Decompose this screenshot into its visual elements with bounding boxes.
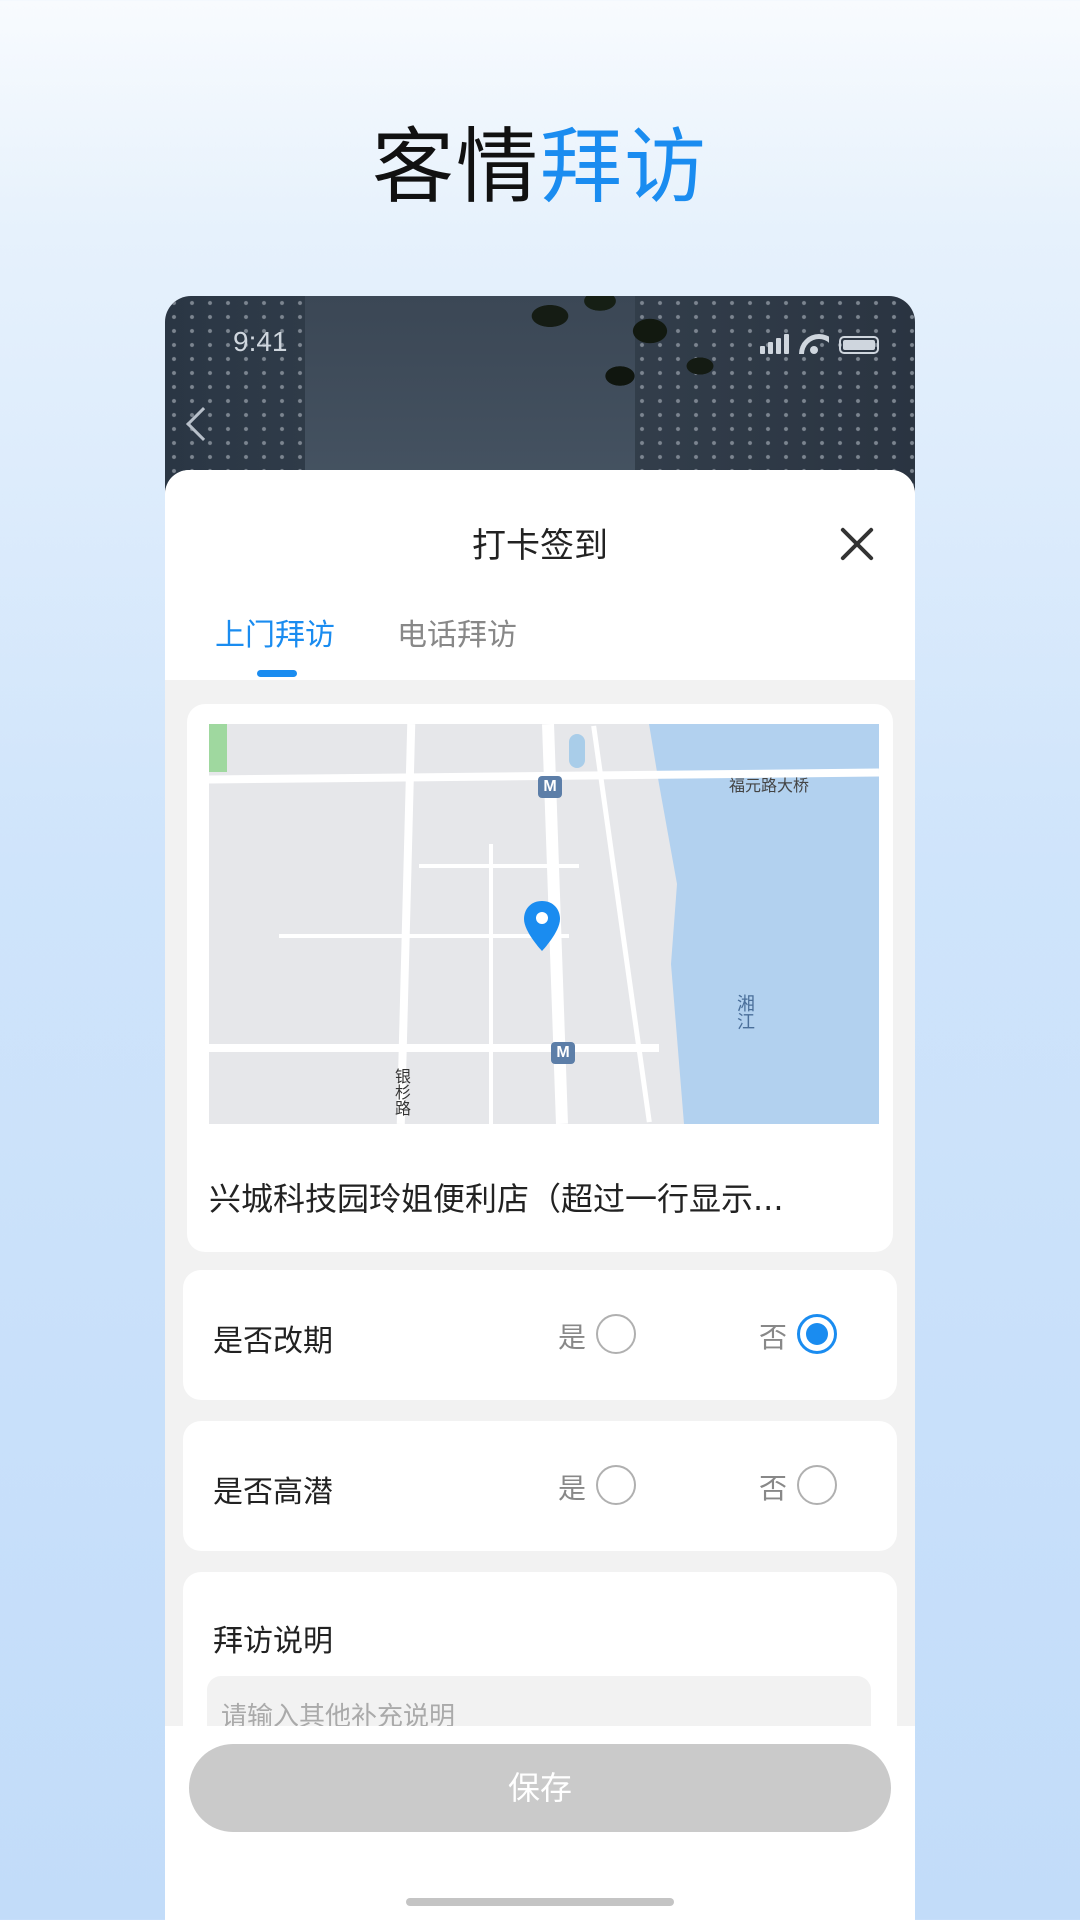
status-bar: 9:41 (165, 326, 915, 366)
status-icons (760, 332, 879, 354)
map-road (489, 844, 493, 1124)
option-no-label: 否 (759, 1321, 788, 1354)
wifi-icon (799, 332, 829, 354)
signal-icon (760, 334, 789, 354)
location-pin-icon (522, 899, 562, 953)
sheet-title: 打卡签到 (472, 526, 608, 566)
save-button[interactable]: 保存 (189, 1744, 891, 1832)
radio-yes[interactable] (596, 1465, 637, 1505)
map-road (419, 864, 579, 868)
question-card-reschedule: 是否改期 是 否 (183, 1270, 897, 1400)
option-yes[interactable]: 是 (558, 1465, 637, 1507)
map-pond (569, 734, 585, 768)
metro-marker: M (551, 1042, 575, 1064)
radio-yes[interactable] (596, 1314, 637, 1354)
home-indicator (406, 1898, 674, 1906)
option-yes-label: 是 (558, 1321, 587, 1354)
location-map[interactable]: M M 福元路大桥 湘江 银杉路 (209, 724, 879, 1124)
option-no[interactable]: 否 (759, 1465, 838, 1507)
map-road (209, 1044, 659, 1052)
option-yes-label: 是 (558, 1472, 587, 1505)
status-time: 9:41 (233, 326, 288, 357)
question-card-high-potential: 是否高潜 是 否 (183, 1421, 897, 1551)
map-label-bridge: 福元路大桥 (729, 776, 810, 795)
checkin-sheet: 打卡签到 上门拜访 电话拜访 M M 福元路大桥 湘江 银杉路 兴城科技园玲姐便… (165, 470, 915, 1920)
question-label: 是否高潜 (213, 1475, 333, 1510)
map-road (396, 724, 416, 1124)
sheet-header: 打卡签到 上门拜访 电话拜访 (165, 470, 915, 680)
visit-type-tabs: 上门拜访 电话拜访 (215, 610, 517, 677)
option-no[interactable]: 否 (759, 1314, 838, 1356)
location-card: M M 福元路大桥 湘江 银杉路 兴城科技园玲姐便利店（超过一行显示... (187, 704, 893, 1252)
location-name: 兴城科技园玲姐便利店（超过一行显示... (209, 1180, 784, 1218)
map-road (591, 725, 652, 1123)
tab-label: 电话拜访 (397, 618, 517, 653)
headline-part1: 客情 (371, 120, 540, 215)
headline-part2: 拜访 (540, 120, 709, 215)
option-no-label: 否 (759, 1472, 788, 1505)
question-label: 是否改期 (213, 1324, 333, 1359)
tab-label: 上门拜访 (215, 618, 335, 653)
option-yes[interactable]: 是 (558, 1314, 637, 1356)
tab-phone-visit[interactable]: 电话拜访 (397, 610, 517, 654)
battery-icon (839, 336, 879, 354)
radio-no[interactable] (797, 1314, 838, 1354)
metro-marker: M (538, 776, 562, 798)
phone-mockup: 9:41 打卡签到 上门拜访 电话拜访 M M 福元路大桥 湘江 银杉路 兴城科… (165, 296, 915, 1920)
map-park (209, 724, 227, 772)
map-label-river: 湘江 (734, 994, 755, 1030)
close-icon[interactable] (839, 526, 875, 562)
tab-door-visit[interactable]: 上门拜访 (215, 610, 335, 677)
note-label: 拜访说明 (213, 1624, 333, 1659)
page-headline: 客情拜访 (0, 100, 1080, 219)
footer-bar: 保存 (165, 1726, 915, 1920)
radio-no[interactable] (797, 1465, 838, 1505)
active-tab-indicator (257, 670, 297, 677)
map-label-street: 银杉路 (392, 1068, 411, 1116)
